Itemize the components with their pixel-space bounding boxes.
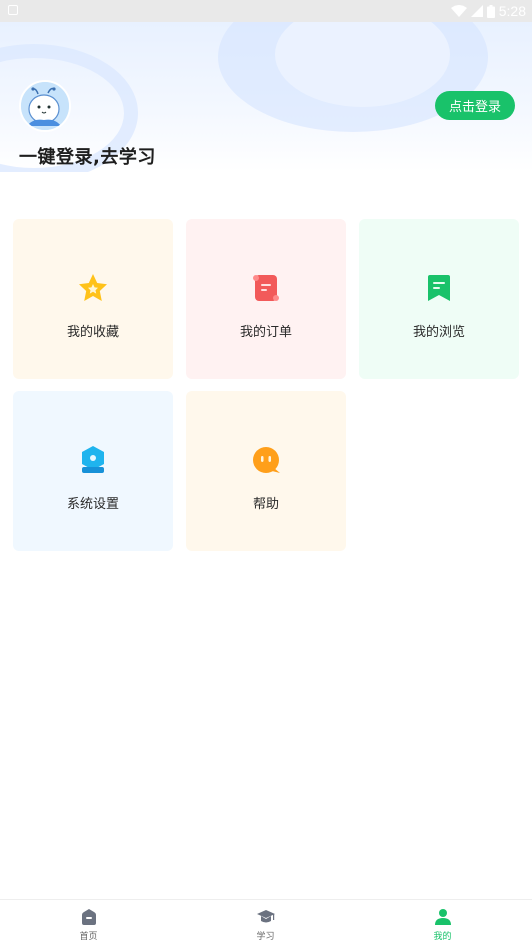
tab-mine[interactable]: 我的 bbox=[354, 900, 531, 945]
tab-label: 我的 bbox=[433, 932, 452, 942]
notification-icon bbox=[8, 5, 18, 15]
avatar[interactable] bbox=[19, 80, 71, 132]
user-icon bbox=[434, 909, 451, 925]
tab-label: 学习 bbox=[256, 932, 275, 942]
status-icons: 5:28 bbox=[450, 2, 526, 20]
tab-home[interactable]: 首页 bbox=[0, 900, 177, 945]
menu-item-label: 帮助 bbox=[252, 497, 279, 512]
menu-item-label: 系统设置 bbox=[66, 497, 119, 512]
wifi-icon bbox=[450, 5, 467, 17]
status-time: 5:28 bbox=[498, 3, 526, 19]
menu-item-label: 我的收藏 bbox=[66, 325, 119, 340]
menu-item-label: 我的订单 bbox=[239, 325, 292, 340]
bottom-tab-bar: 首页 学习 我的 bbox=[0, 899, 532, 944]
tab-study[interactable]: 学习 bbox=[177, 900, 354, 945]
menu-item-settings[interactable]: 系统设置 bbox=[13, 391, 173, 551]
mascot-icon bbox=[21, 82, 69, 130]
status-bar: 5:28 bbox=[0, 0, 532, 22]
login-button[interactable]: 点击登录 bbox=[435, 91, 515, 120]
battery-icon bbox=[486, 4, 495, 18]
tab-label: 首页 bbox=[79, 932, 98, 942]
bookmark-icon bbox=[428, 275, 450, 301]
chat-icon bbox=[253, 447, 280, 473]
scroll-icon bbox=[253, 275, 279, 301]
page-title[interactable]: 一键登录,去学习 bbox=[19, 143, 156, 169]
menu-item-history[interactable]: 我的浏览 bbox=[359, 219, 519, 379]
menu-item-orders[interactable]: 我的订单 bbox=[186, 219, 346, 379]
menu-item-label: 我的浏览 bbox=[412, 325, 465, 340]
graduation-cap-icon bbox=[256, 910, 275, 923]
menu-item-favorites[interactable]: 我的收藏 bbox=[13, 219, 173, 379]
home-icon bbox=[81, 909, 96, 925]
star-icon bbox=[79, 274, 107, 301]
menu-item-help[interactable]: 帮助 bbox=[186, 391, 346, 551]
signal-icon bbox=[470, 5, 483, 17]
settings-icon bbox=[82, 446, 104, 473]
